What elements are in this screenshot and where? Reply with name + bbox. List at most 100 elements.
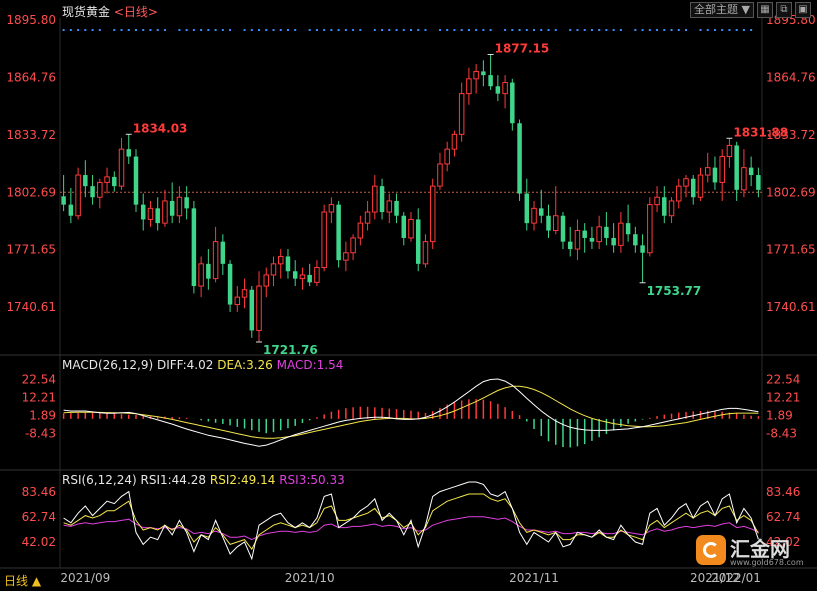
candle-body-down bbox=[734, 145, 739, 190]
period-button[interactable]: 日线 ▲ bbox=[4, 572, 41, 589]
candle-body-up bbox=[444, 148, 450, 165]
rsi-tick-label-left: 62.74 bbox=[22, 510, 56, 524]
event-dot bbox=[286, 29, 289, 31]
event-dot bbox=[475, 29, 478, 31]
date-tick-label: 2021/10 bbox=[285, 571, 335, 585]
event-dot bbox=[489, 29, 492, 31]
macd-title: MACD(26,12,9) bbox=[62, 358, 154, 372]
event-dot bbox=[482, 29, 485, 31]
candle-body-up bbox=[654, 196, 660, 206]
window-icon[interactable]: ▦ bbox=[757, 2, 773, 18]
candle-body-up bbox=[429, 185, 436, 243]
candle-body-up bbox=[162, 200, 168, 224]
macd-tick-label-left: -8.43 bbox=[25, 427, 56, 441]
event-dot bbox=[250, 29, 253, 31]
event-dot bbox=[134, 29, 137, 31]
rsi-header: RSI(6,12,24) RSI1:44.28 RSI2:49.14 RSI3:… bbox=[62, 473, 345, 487]
candle-body-down bbox=[589, 237, 595, 242]
candle-body-down bbox=[249, 289, 255, 331]
date-tick-label: 2021/11 bbox=[509, 571, 559, 585]
event-dot bbox=[453, 29, 456, 31]
candle-body-up bbox=[574, 230, 581, 250]
candle-body-down bbox=[582, 230, 587, 238]
event-dot bbox=[750, 29, 753, 31]
event-dot bbox=[127, 29, 130, 31]
candle-body-down bbox=[567, 241, 573, 250]
event-dot bbox=[207, 29, 210, 31]
candle-body-down bbox=[206, 263, 211, 279]
candle-body-down bbox=[307, 274, 312, 283]
macd-tick-label-right: 12.21 bbox=[766, 391, 800, 405]
candle-body-down bbox=[191, 208, 197, 287]
candle-body-down bbox=[604, 226, 609, 238]
event-dot bbox=[308, 29, 311, 31]
theme-label: 全部主题 bbox=[694, 3, 739, 16]
event-dot bbox=[323, 29, 326, 31]
maximize-icon[interactable]: ▣ bbox=[795, 2, 811, 18]
chevron-down-icon: ▼ bbox=[741, 3, 750, 16]
event-dot bbox=[612, 29, 615, 31]
candle-body-up bbox=[683, 178, 689, 187]
candle-body-down bbox=[112, 176, 117, 187]
candle-body-down bbox=[712, 167, 718, 183]
chart-toolbar: 全部主题 ▼ ▦ ⧉ ▣ bbox=[690, 2, 811, 18]
candle-body-up bbox=[458, 93, 465, 135]
event-dot bbox=[214, 29, 217, 31]
event-dot bbox=[294, 29, 297, 31]
candle-body-down bbox=[756, 175, 761, 190]
price-annotation-high: 1877.15 bbox=[495, 42, 550, 56]
price-tick-label-right: 1802.69 bbox=[766, 185, 816, 199]
event-dot bbox=[525, 29, 528, 31]
candle-body-up bbox=[408, 218, 414, 239]
event-dot bbox=[69, 29, 72, 31]
candle-body-down bbox=[481, 71, 486, 76]
candle-body-up bbox=[328, 204, 335, 213]
gold678-logo-icon bbox=[696, 535, 726, 565]
candle-body-down bbox=[292, 271, 298, 279]
event-dot bbox=[670, 29, 673, 31]
candle-body-up bbox=[364, 211, 371, 224]
event-dot bbox=[229, 29, 232, 31]
candle-body-up bbox=[473, 70, 479, 80]
event-dot bbox=[706, 29, 709, 31]
event-dot bbox=[373, 29, 376, 31]
event-dot bbox=[728, 29, 731, 31]
candle-body-up bbox=[647, 204, 653, 254]
event-dot bbox=[677, 29, 680, 31]
candle-body-up bbox=[176, 196, 183, 217]
rsi-tick-label-right: 62.74 bbox=[766, 510, 800, 524]
price-tick-label-left: 1833.72 bbox=[6, 128, 56, 142]
price-tick-label-left: 1802.69 bbox=[6, 185, 56, 199]
event-dot bbox=[62, 29, 65, 31]
event-dot bbox=[590, 29, 593, 31]
rsi-title: RSI(6,12,24) bbox=[62, 473, 137, 487]
candle-body-up bbox=[299, 274, 306, 280]
candle-body-down bbox=[524, 193, 530, 224]
candle-body-up bbox=[596, 226, 602, 243]
candle-body-down bbox=[61, 196, 66, 205]
event-dot bbox=[156, 29, 159, 31]
event-dot bbox=[178, 29, 181, 31]
candle-body-up bbox=[97, 181, 103, 198]
candle-body-up bbox=[241, 289, 248, 298]
macd-tick-label-left: 22.54 bbox=[22, 372, 56, 386]
candle-body-down bbox=[227, 263, 233, 305]
event-dot bbox=[163, 29, 166, 31]
event-dot bbox=[504, 29, 507, 31]
candle-body-up bbox=[75, 174, 81, 217]
event-dot bbox=[258, 29, 261, 31]
event-dot bbox=[149, 29, 152, 31]
event-dot bbox=[569, 29, 572, 31]
event-dot bbox=[656, 29, 659, 31]
event-dot bbox=[344, 29, 347, 31]
macd-tick-label-right: 22.54 bbox=[766, 372, 800, 386]
candle-body-up bbox=[386, 200, 393, 213]
candle-body-down bbox=[90, 186, 95, 198]
candle-body-down bbox=[394, 200, 399, 216]
event-dot bbox=[395, 29, 398, 31]
theme-dropdown[interactable]: 全部主题 ▼ bbox=[690, 2, 754, 18]
period-link[interactable]: <日线> bbox=[114, 5, 158, 19]
restore-icon[interactable]: ⧉ bbox=[776, 2, 792, 18]
event-dot bbox=[685, 29, 688, 31]
candle-body-down bbox=[748, 167, 754, 176]
